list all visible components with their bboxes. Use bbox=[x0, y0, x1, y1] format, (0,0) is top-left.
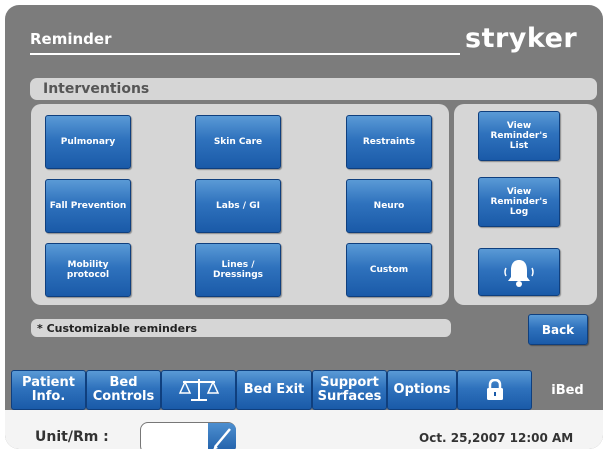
screen-frame: Reminder stryker Interventions Pulmonary… bbox=[5, 5, 603, 449]
unit-room-label: Unit/Rm : bbox=[35, 429, 109, 445]
footnote-text: * Customizable reminders bbox=[37, 322, 198, 335]
nav-bed-controls[interactable]: Bed Controls bbox=[86, 370, 161, 410]
pulmonary-button[interactable]: Pulmonary bbox=[45, 115, 131, 169]
scale-icon bbox=[178, 379, 219, 401]
view-reminder-list-button[interactable]: View Reminder's List bbox=[478, 111, 560, 161]
title-underline bbox=[30, 53, 460, 55]
page-title: Reminder bbox=[30, 30, 112, 48]
alarm-button[interactable] bbox=[478, 248, 560, 296]
pencil-icon bbox=[213, 428, 231, 449]
bell-icon bbox=[504, 260, 534, 287]
nav-lock[interactable] bbox=[457, 370, 532, 410]
edit-unit-button[interactable] bbox=[208, 423, 236, 449]
lines-dressings-button[interactable]: Lines / Dressings bbox=[195, 243, 281, 297]
nav-scale[interactable] bbox=[161, 370, 236, 410]
back-button[interactable]: Back bbox=[528, 314, 588, 345]
restraints-button[interactable]: Restraints bbox=[346, 115, 432, 169]
nav-bed-exit[interactable]: Bed Exit bbox=[236, 370, 312, 410]
section-label: Interventions bbox=[43, 81, 150, 97]
nav-options[interactable]: Options bbox=[387, 370, 457, 410]
brand-logo: stryker bbox=[465, 23, 578, 54]
view-reminder-log-button[interactable]: View Reminder's Log bbox=[478, 177, 560, 227]
neuro-button[interactable]: Neuro bbox=[346, 179, 432, 233]
date-time: Oct. 25,2007 12:00 AM bbox=[419, 431, 574, 445]
nav-support-surfaces[interactable]: Support Surfaces bbox=[312, 370, 387, 410]
lock-icon bbox=[486, 379, 503, 400]
ibed-logo: iBed bbox=[551, 382, 584, 398]
labs-gi-button[interactable]: Labs / GI bbox=[195, 179, 281, 233]
nav-patient-info[interactable]: Patient Info. bbox=[11, 370, 86, 410]
custom-button[interactable]: Custom bbox=[346, 243, 432, 297]
skin-care-button[interactable]: Skin Care bbox=[195, 115, 281, 169]
mobility-protocol-button[interactable]: Mobility protocol bbox=[45, 243, 131, 297]
fall-prevention-button[interactable]: Fall Prevention bbox=[45, 179, 131, 233]
